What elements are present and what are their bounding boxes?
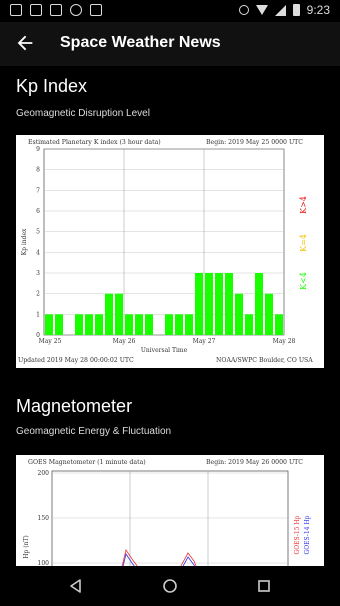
kp-y-tick: 2 [36, 291, 40, 298]
kp-legend-item: K=4 [299, 234, 308, 252]
kp-bar [215, 273, 223, 335]
kp-bar [55, 314, 63, 335]
kp-bar [175, 314, 183, 335]
kp-legend-item: K>4 [299, 196, 308, 214]
kp-bar [125, 314, 133, 335]
kp-bar [225, 273, 233, 335]
kp-x-tick: May 25 [39, 338, 62, 345]
nav-home-icon[interactable] [160, 576, 180, 596]
kp-chart-panel[interactable]: Estimated Planetary K index (3 hour data… [16, 135, 324, 368]
kp-section-subtitle: Geomagnetic Disruption Level [16, 108, 150, 119]
kp-bar [85, 314, 93, 335]
kp-x-tick: May 26 [113, 338, 136, 345]
kp-legend-item: K<4 [299, 272, 308, 290]
kp-bar [255, 273, 263, 335]
mag-chart-panel[interactable]: GOES Magnetometer (1 minute data) Begin:… [16, 455, 324, 566]
mag-y-label: Hp (nT) [23, 535, 30, 559]
page-title: Space Weather News [60, 34, 221, 51]
kp-bar [115, 293, 123, 335]
clock: 9:23 [306, 3, 330, 17]
back-arrow-icon[interactable] [14, 32, 36, 54]
kp-bar [95, 314, 103, 335]
navigation-bar [0, 566, 340, 606]
mag-chart: 200150100Hp (nT) GOES-15 Hp GOES-14 Hp [23, 470, 311, 566]
kp-bar [235, 293, 243, 335]
kp-bar [275, 314, 283, 335]
kp-x-tick: May 28 [273, 338, 296, 345]
kp-y-tick: 5 [36, 229, 40, 236]
kp-bar [145, 314, 153, 335]
kp-bar [185, 314, 193, 335]
app-bar: Space Weather News [0, 22, 340, 66]
kp-bar [105, 293, 113, 335]
kp-bar [195, 273, 203, 335]
kp-section-title: Kp Index [16, 76, 88, 96]
wifi-icon [255, 5, 268, 15]
mag-plot-frame [51, 470, 289, 566]
kp-y-tick: 1 [36, 311, 40, 318]
kp-bar [205, 273, 213, 335]
kp-plot-frame [43, 148, 285, 336]
kp-chart: 0123456789May 25 May 26 May 27 May 28Univer… [21, 146, 308, 354]
mag-section-subtitle: Geomagnetic Energy & Fluctuation [16, 426, 172, 437]
warning-icon [30, 4, 42, 16]
kp-y-tick: 8 [36, 167, 40, 174]
kp-bar [75, 314, 83, 335]
app-notification-icon [10, 4, 22, 16]
kp-y-tick: 9 [36, 146, 40, 153]
kp-y-tick: 3 [36, 270, 40, 277]
kp-y-tick: 6 [36, 208, 40, 215]
kp-bar [135, 314, 143, 335]
sd-card-icon [90, 4, 102, 16]
kp-x-label: Universal Time [141, 347, 188, 354]
mag-y-tick: 150 [38, 515, 50, 522]
nav-back-icon[interactable] [66, 576, 86, 596]
image-icon [50, 4, 62, 16]
signal-icon [274, 4, 286, 16]
battery-icon [292, 4, 300, 16]
mag-legend-item: GOES-15 Hp [294, 515, 301, 554]
mag-section-title: Magnetometer [16, 396, 133, 416]
main-content[interactable]: Kp Index Geomagnetic Disruption Level Es… [0, 66, 340, 566]
kp-y-tick: 7 [36, 187, 40, 194]
kp-updated-text: Updated 2019 May 28 00:00:02 UTC [18, 357, 134, 364]
kp-bar [165, 314, 173, 335]
status-bar: 9:23 [0, 0, 340, 22]
mag-y-tick: 200 [38, 470, 50, 477]
kp-bar [45, 314, 53, 335]
blocked-icon [70, 4, 82, 16]
dnd-icon [238, 5, 249, 15]
notification-icons [10, 4, 102, 16]
kp-credit-text: NOAA/SWPC Boulder, CO USA [216, 357, 313, 364]
kp-bar [265, 293, 273, 335]
nav-recents-icon[interactable] [254, 576, 274, 596]
kp-y-tick: 4 [36, 249, 40, 256]
kp-x-tick: May 27 [193, 338, 216, 345]
kp-bar [245, 314, 253, 335]
kp-y-label: Kp index [21, 228, 28, 255]
mag-legend-item: GOES-14 Hp [304, 515, 311, 554]
